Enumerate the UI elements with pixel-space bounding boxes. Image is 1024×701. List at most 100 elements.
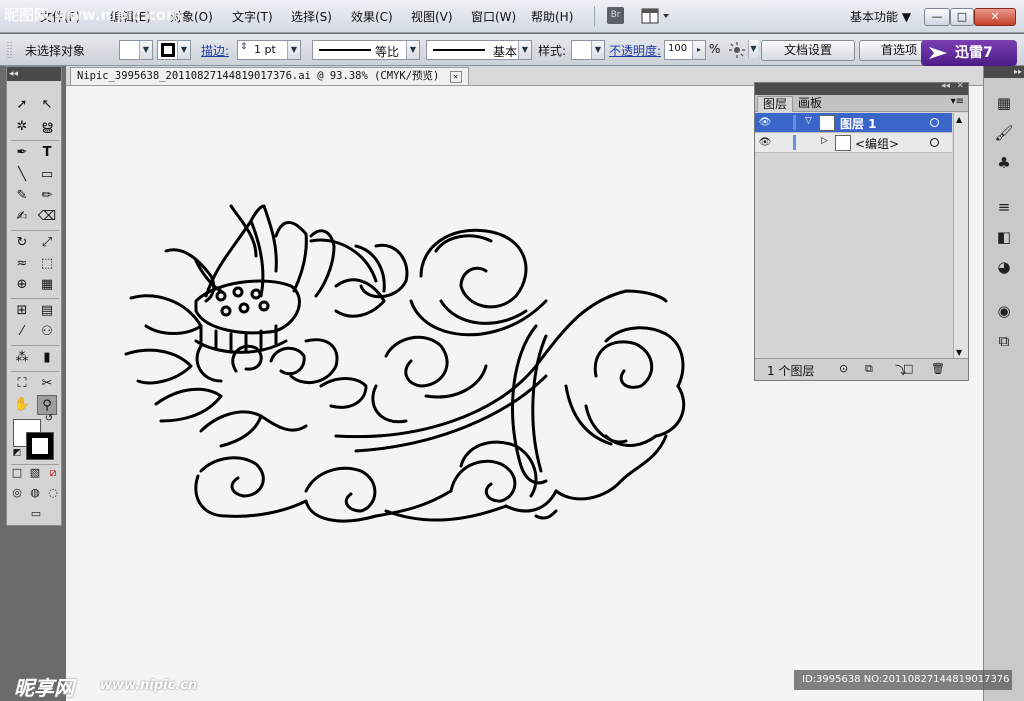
- workspace-switcher[interactable]: 基本功能 ▼: [850, 8, 911, 25]
- stroke-swatch[interactable]: [26, 432, 54, 460]
- graphic-style-dropdown[interactable]: ▼: [571, 40, 605, 60]
- opacity-label[interactable]: 不透明度:: [609, 42, 661, 59]
- document-tab[interactable]: Nipic_3995638_20110827144819017376.ai @ …: [70, 67, 469, 85]
- gradient-panel-icon[interactable]: ◧: [993, 226, 1015, 248]
- color-mode-icon[interactable]: □: [10, 466, 24, 480]
- clipping-mask-icon[interactable]: ⧉: [865, 362, 873, 376]
- gradient-mode-icon[interactable]: ▧: [28, 466, 42, 480]
- pencil-tool-icon[interactable]: ✏: [37, 186, 57, 206]
- blob-brush-tool-icon[interactable]: ✍: [12, 207, 32, 227]
- tool-divider: [11, 298, 59, 299]
- symbol-sprayer-tool-icon[interactable]: ⁂: [12, 348, 32, 368]
- brushes-icon[interactable]: 🖌: [993, 122, 1015, 144]
- xunlei-badge[interactable]: 迅雷7: [921, 40, 1017, 66]
- scroll-down-icon[interactable]: ▼: [956, 348, 962, 357]
- tab-artboards[interactable]: 画板: [793, 96, 827, 112]
- visibility-eye-icon[interactable]: 👁: [757, 135, 773, 151]
- close-button[interactable]: ✕: [974, 8, 1016, 26]
- symbols-icon[interactable]: ♣: [993, 152, 1015, 174]
- shape-builder-tool-icon[interactable]: ⊕: [12, 275, 32, 295]
- variable-width-profile-dropdown[interactable]: 等比 ▼: [312, 40, 420, 60]
- line-tool-icon[interactable]: ╲: [12, 165, 32, 185]
- warp-tool-icon[interactable]: ≈: [12, 254, 32, 274]
- zoom-tool-icon[interactable]: ⚲: [37, 395, 57, 415]
- layer-row[interactable]: 👁 ▷ <编组>: [755, 133, 952, 153]
- swap-fill-stroke-icon[interactable]: ↺: [43, 413, 55, 425]
- arrange-documents-icon[interactable]: [641, 8, 671, 24]
- maximize-button[interactable]: □: [950, 8, 974, 26]
- fill-color-dropdown[interactable]: ▼: [119, 40, 153, 60]
- scroll-up-icon[interactable]: ▲: [956, 115, 962, 124]
- screen-mode-icon[interactable]: ▭: [25, 507, 47, 521]
- brush-definition-dropdown[interactable]: 基本 ▼: [426, 40, 532, 60]
- menu-help[interactable]: 帮助(H): [531, 8, 573, 25]
- collapse-panel-icon[interactable]: ◂◂: [941, 81, 950, 91]
- rotate-tool-icon[interactable]: ↻: [12, 233, 32, 253]
- appearance-panel-icon[interactable]: ◉: [993, 300, 1015, 322]
- panel-menu-icon[interactable]: ▾≡: [951, 96, 964, 107]
- free-transform-tool-icon[interactable]: ⬚: [37, 254, 57, 274]
- collapse-panel-icon[interactable]: ◂◂: [7, 67, 61, 81]
- column-graph-tool-icon[interactable]: ▮: [37, 348, 57, 368]
- paintbrush-tool-icon[interactable]: ✎: [12, 186, 32, 206]
- draw-behind-icon[interactable]: ◍: [28, 486, 42, 500]
- draw-inside-icon[interactable]: ◌: [46, 486, 60, 500]
- slice-tool-icon[interactable]: ✂: [37, 374, 57, 394]
- layer-name[interactable]: <编组>: [855, 135, 899, 152]
- close-panel-icon[interactable]: ✕: [956, 81, 964, 91]
- none-mode-icon[interactable]: ⧄: [46, 466, 60, 480]
- graphic-styles-icon[interactable]: ⧉: [993, 330, 1015, 352]
- eyedropper-tool-icon[interactable]: ⁄: [12, 322, 32, 342]
- layers-scrollbar[interactable]: ▲ ▼: [953, 113, 968, 359]
- selection-tool-icon[interactable]: ➚: [12, 95, 32, 115]
- artboard-tool-icon[interactable]: ⛶: [12, 374, 32, 394]
- default-colors-icon[interactable]: ◩: [11, 447, 23, 459]
- lasso-tool-icon[interactable]: ൠ: [37, 117, 57, 137]
- stroke-color-dropdown[interactable]: ▼: [157, 40, 191, 60]
- menu-window[interactable]: 窗口(W): [471, 8, 516, 25]
- stroke-panel-icon[interactable]: ≡: [993, 196, 1015, 218]
- expand-arrow-icon[interactable]: ▽: [805, 116, 812, 126]
- menu-effect[interactable]: 效果(C): [351, 8, 393, 25]
- type-tool-icon[interactable]: T: [37, 143, 57, 163]
- eraser-tool-icon[interactable]: ⌫: [37, 207, 57, 227]
- menu-select[interactable]: 选择(S): [291, 8, 332, 25]
- stroke-label[interactable]: 描边:: [201, 42, 229, 59]
- perspective-grid-tool-icon[interactable]: ▦: [37, 275, 57, 295]
- profile-label: 等比: [375, 45, 400, 59]
- pen-tool-icon[interactable]: ✒: [12, 143, 32, 163]
- minimize-button[interactable]: —: [924, 8, 950, 26]
- close-tab-icon[interactable]: ✕: [449, 71, 462, 83]
- mesh-tool-icon[interactable]: ⊞: [12, 301, 32, 321]
- scale-tool-icon[interactable]: ⤢: [37, 233, 57, 253]
- transparency-panel-icon[interactable]: ◕: [993, 256, 1015, 278]
- new-layer-icon[interactable]: □: [903, 362, 913, 375]
- recolor-artwork-icon[interactable]: [729, 42, 745, 58]
- blend-tool-icon[interactable]: ⚇: [37, 322, 57, 342]
- gradient-tool-icon[interactable]: ▤: [37, 301, 57, 321]
- target-circle-icon[interactable]: [930, 138, 939, 147]
- visibility-eye-icon[interactable]: 👁: [757, 115, 773, 131]
- expand-arrow-icon[interactable]: ▷: [821, 136, 828, 146]
- draw-normal-icon[interactable]: ◎: [10, 486, 24, 500]
- opacity-field[interactable]: 100 ▸: [664, 40, 706, 60]
- menu-type[interactable]: 文字(T): [232, 8, 273, 25]
- bridge-button[interactable]: Br: [607, 7, 624, 24]
- delete-layer-icon[interactable]: 🗑: [931, 362, 945, 375]
- magic-wand-tool-icon[interactable]: ✲: [12, 117, 32, 137]
- document-setup-button[interactable]: 文档设置: [761, 40, 855, 61]
- stepper-icon[interactable]: ⇕: [240, 42, 248, 52]
- recolor-dropdown[interactable]: ▼: [748, 40, 758, 60]
- locate-object-icon[interactable]: ⊙: [839, 362, 848, 375]
- rectangle-tool-icon[interactable]: ▭: [37, 165, 57, 185]
- layer-row[interactable]: 👁 ▽ 图层 1: [755, 113, 952, 133]
- menu-view[interactable]: 视图(V): [411, 8, 453, 25]
- tab-layers[interactable]: 图层: [757, 96, 794, 112]
- swatches-icon[interactable]: ▦: [993, 92, 1015, 114]
- hand-tool-icon[interactable]: ✋: [12, 395, 32, 415]
- direct-selection-tool-icon[interactable]: ↖: [37, 95, 57, 115]
- layer-name[interactable]: 图层 1: [840, 115, 877, 132]
- target-circle-icon[interactable]: [930, 118, 939, 127]
- stroke-weight-field[interactable]: ⇕ 1 pt ▼: [237, 40, 301, 60]
- expand-dock-icon[interactable]: ▸▸: [984, 66, 1024, 78]
